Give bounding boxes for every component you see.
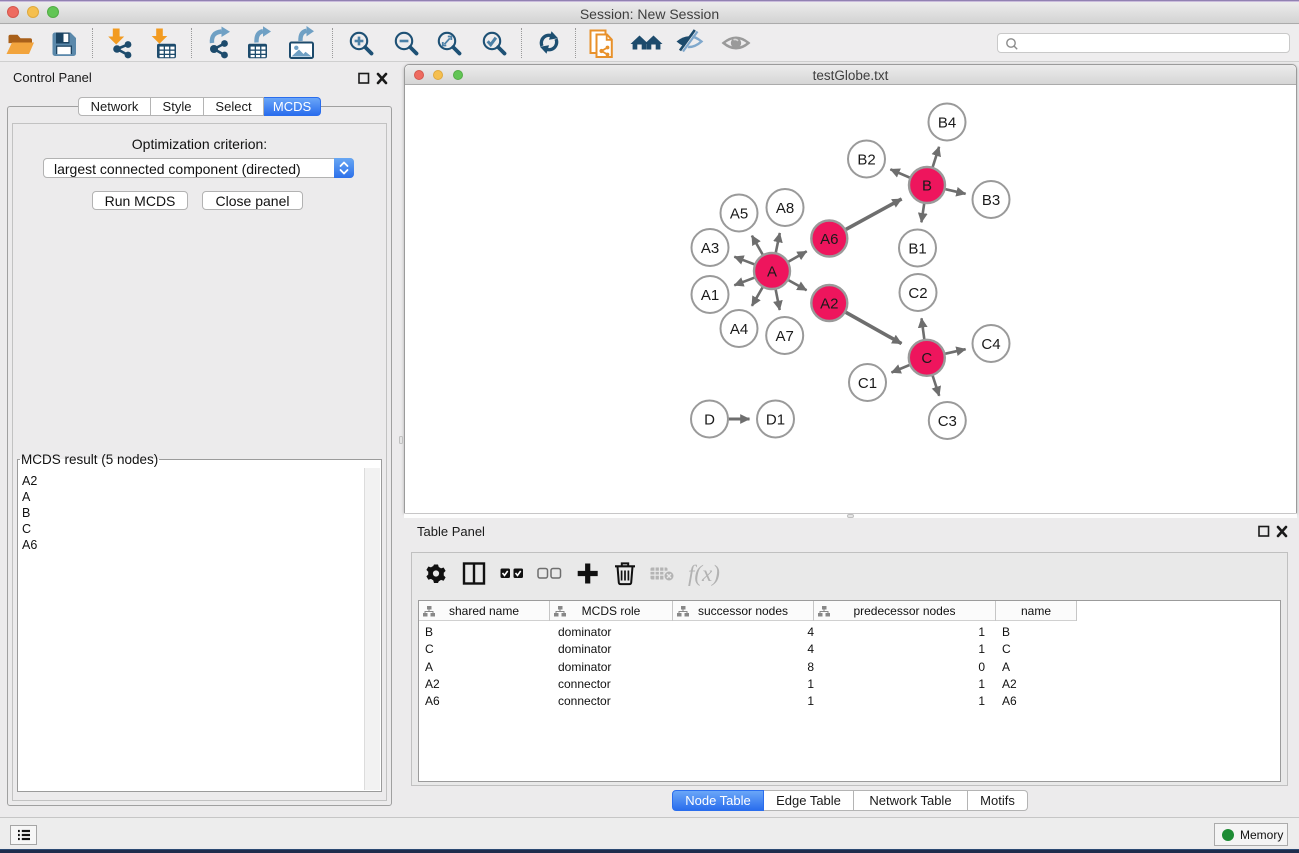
svg-text:B1: B1 [908,240,926,257]
svg-text:A5: A5 [730,205,748,222]
svg-text:A8: A8 [776,200,794,217]
svg-text:A2: A2 [820,295,838,312]
svg-text:f(x): f(x) [688,561,720,586]
svg-text:D1: D1 [766,411,785,428]
svg-text:C3: C3 [938,413,957,430]
svg-text:B2: B2 [857,151,875,168]
svg-text:B4: B4 [938,114,956,131]
svg-text:B: B [922,177,932,194]
svg-text:A1: A1 [701,287,719,304]
svg-text:C4: C4 [981,336,1000,353]
svg-text:A4: A4 [730,321,748,338]
svg-text:C2: C2 [908,285,927,302]
svg-text:C1: C1 [858,375,877,392]
svg-text:A7: A7 [776,328,794,345]
svg-text:B3: B3 [982,192,1000,209]
svg-text:A3: A3 [701,240,719,257]
svg-text:A6: A6 [820,231,838,248]
svg-text:D: D [704,411,715,428]
svg-text:C: C [921,350,932,367]
svg-text:A: A [767,263,777,280]
